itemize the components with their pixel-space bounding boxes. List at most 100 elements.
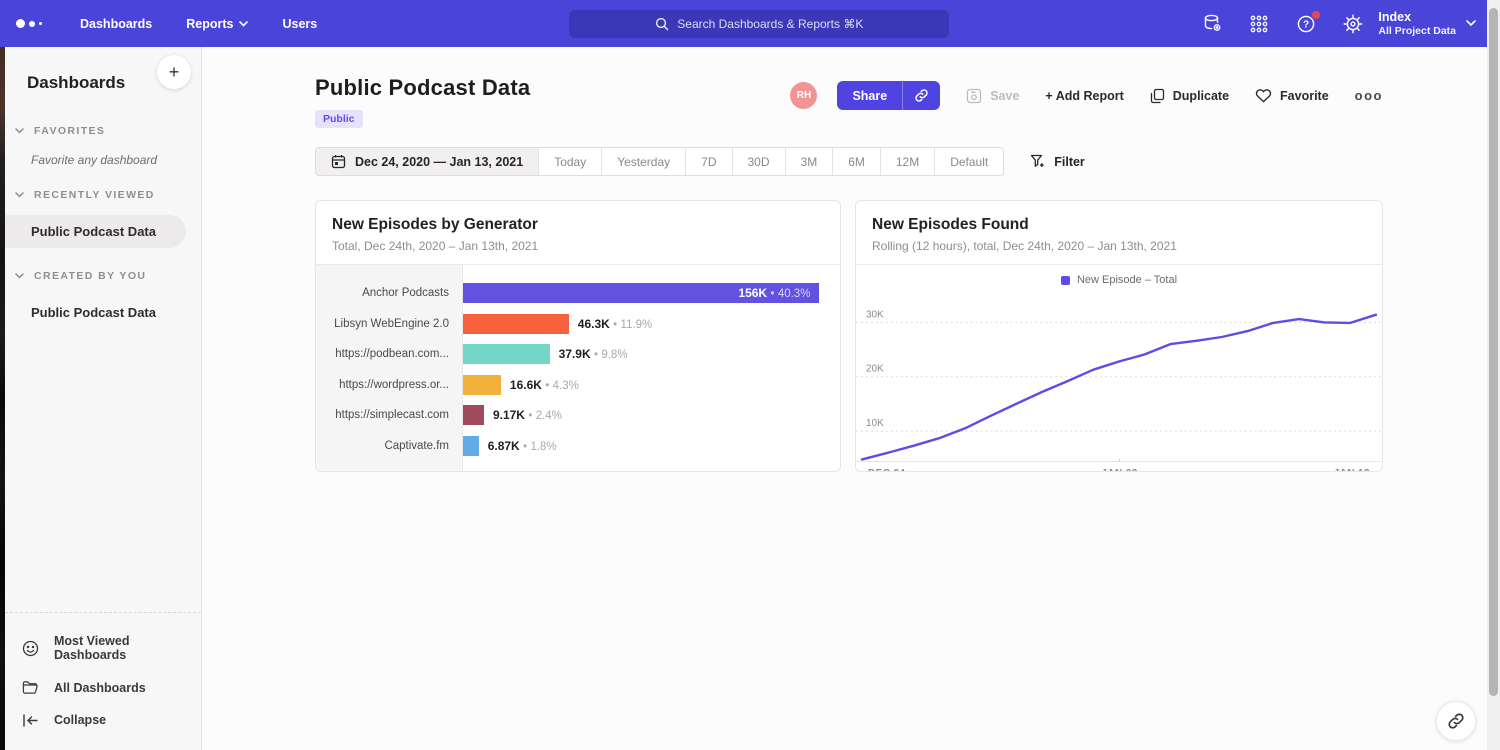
line-chart-title: New Episodes Found — [872, 216, 1366, 234]
chevron-down-icon — [15, 128, 24, 134]
date-range-control: Dec 24, 2020 — Jan 13, 2021 TodayYesterd… — [315, 147, 1004, 176]
collapse-label: Collapse — [54, 713, 106, 727]
range-button-yesterday[interactable]: Yesterday — [602, 148, 686, 175]
axis-tick — [1119, 459, 1120, 462]
section-recently-viewed-toggle[interactable]: RECENTLY VIEWED — [5, 189, 201, 201]
share-label: Share — [837, 81, 902, 110]
save-label: Save — [990, 89, 1019, 103]
sidebar-item-public-podcast-data-2[interactable]: Public Podcast Data — [5, 296, 201, 329]
bar — [463, 344, 550, 364]
svg-text:?: ? — [1303, 20, 1309, 31]
filter-button[interactable]: Filter — [1030, 154, 1085, 169]
share-link-icon[interactable] — [902, 81, 940, 110]
line-chart-card: New Episodes Found Rolling (12 hours), t… — [855, 200, 1383, 472]
favorites-empty-hint: Favorite any dashboard — [5, 137, 201, 167]
main-content: Public Podcast Data Public RH Share Save — [203, 47, 1500, 750]
nav-dashboards[interactable]: Dashboards — [80, 17, 152, 31]
bar — [463, 314, 569, 334]
range-button-6m[interactable]: 6M — [833, 148, 881, 175]
section-favorites-toggle[interactable]: FAVORITES — [5, 125, 201, 137]
legend-label: New Episode – Total — [1077, 274, 1177, 286]
share-button[interactable]: Share — [837, 81, 940, 110]
bar-value-label: 9.17K • 2.4% — [493, 408, 562, 422]
bar-chart-card: New Episodes by Generator Total, Dec 24t… — [315, 200, 841, 472]
save-icon — [966, 88, 982, 104]
smiley-icon — [22, 640, 39, 657]
duplicate-button[interactable]: Duplicate — [1150, 88, 1229, 104]
save-button[interactable]: Save — [966, 88, 1019, 104]
help-icon[interactable]: ? — [1295, 13, 1317, 35]
avatar[interactable]: RH — [790, 82, 817, 109]
date-range-label: Dec 24, 2020 — Jan 13, 2021 — [355, 155, 523, 169]
y-tick-label: 30K — [866, 309, 884, 320]
notification-badge — [1312, 11, 1320, 19]
app-logo-icon[interactable] — [16, 19, 42, 28]
bar-value-label: 16.6K • 4.3% — [510, 378, 579, 392]
bar-track: 9.17K • 2.4% — [463, 405, 840, 425]
favorite-label: Favorite — [1280, 89, 1329, 103]
most-viewed-dashboards-button[interactable]: Most Viewed Dashboards — [5, 625, 201, 671]
bar-value-label: 46.3K • 11.9% — [578, 317, 653, 331]
folder-icon — [22, 680, 39, 695]
favorite-button[interactable]: Favorite — [1255, 88, 1329, 103]
bar-value-label: 37.9K • 9.8% — [559, 347, 628, 361]
sidebar: Dashboards + FAVORITES Favorite any dash… — [5, 47, 202, 750]
section-created-by-you-toggle[interactable]: CREATED BY YOU — [5, 270, 201, 282]
more-actions-button[interactable]: ooo — [1355, 88, 1383, 103]
bar — [463, 405, 484, 425]
bar-track: 156K • 40.3% — [463, 283, 840, 303]
date-range-picker[interactable]: Dec 24, 2020 — Jan 13, 2021 — [316, 148, 539, 175]
nav-reports[interactable]: Reports — [186, 17, 248, 31]
bar-row: Libsyn WebEngine 2.046.3K • 11.9% — [316, 309, 840, 340]
range-button-12m[interactable]: 12M — [881, 148, 935, 175]
bar-row: Captivate.fm6.87K • 1.8% — [316, 431, 840, 462]
heart-icon — [1255, 88, 1272, 103]
link-icon — [1447, 712, 1465, 730]
y-tick-label: 20K — [866, 364, 884, 375]
bar-category-label: Anchor Podcasts — [316, 287, 463, 299]
collapse-sidebar-button[interactable]: Collapse — [5, 704, 201, 736]
range-button-3m[interactable]: 3M — [786, 148, 834, 175]
data-sources-icon[interactable] — [1201, 13, 1223, 35]
calendar-icon — [331, 154, 346, 169]
bar-track: 16.6K • 4.3% — [463, 375, 840, 395]
scrollbar-thumb[interactable] — [1489, 8, 1498, 696]
range-button-today[interactable]: Today — [539, 148, 602, 175]
sidebar-item-public-podcast-data[interactable]: Public Podcast Data — [5, 215, 186, 248]
add-dashboard-button[interactable]: + — [157, 55, 191, 89]
add-report-button[interactable]: + Add Report — [1045, 89, 1123, 103]
x-tick-jan-03: JAN 03 — [1101, 468, 1137, 473]
bar-row: https://podbean.com...37.9K • 9.8% — [316, 339, 840, 370]
duplicate-icon — [1150, 88, 1165, 104]
search-input[interactable]: Search Dashboards & Reports ⌘K — [569, 10, 949, 38]
workspace-name: Index — [1378, 10, 1456, 26]
copy-link-fab[interactable] — [1436, 701, 1476, 741]
page-scrollbar — [1487, 0, 1500, 750]
chevron-down-icon — [239, 21, 248, 27]
bar-row: https://simplecast.com9.17K • 2.4% — [316, 400, 840, 431]
chevron-down-icon — [15, 273, 24, 279]
bar-category-label: Captivate.fm — [316, 440, 463, 452]
section-recently-viewed-label: RECENTLY VIEWED — [34, 189, 155, 201]
settings-gear-icon[interactable] — [1342, 13, 1364, 35]
nav-users[interactable]: Users — [282, 17, 317, 31]
x-axis: DEC 24 JAN 03 JAN 13 — [856, 461, 1382, 472]
workspace-switcher[interactable]: Index All Project Data — [1378, 10, 1476, 38]
range-button-30d[interactable]: 30D — [733, 148, 786, 175]
chevron-down-icon — [1466, 20, 1476, 27]
search-placeholder: Search Dashboards & Reports ⌘K — [677, 17, 863, 31]
chart-legend: New Episode – Total — [856, 267, 1382, 293]
all-dashboards-button[interactable]: All Dashboards — [5, 671, 201, 704]
bar: 156K • 40.3% — [463, 283, 819, 303]
line-chart: 10K20K30K — [856, 293, 1382, 461]
range-button-default[interactable]: Default — [935, 148, 1003, 175]
bar — [463, 436, 479, 456]
apps-grid-icon[interactable] — [1248, 13, 1270, 35]
bar-chart-subtitle: Total, Dec 24th, 2020 – Jan 13th, 2021 — [332, 239, 824, 253]
filter-funnel-icon — [1030, 154, 1045, 169]
top-navbar: Dashboards Reports Users Search Dashboar… — [0, 0, 1500, 47]
range-button-7d[interactable]: 7D — [686, 148, 732, 175]
bar-category-label: https://wordpress.or... — [316, 379, 463, 391]
all-dashboards-label: All Dashboards — [54, 681, 146, 695]
filter-label: Filter — [1054, 155, 1085, 169]
